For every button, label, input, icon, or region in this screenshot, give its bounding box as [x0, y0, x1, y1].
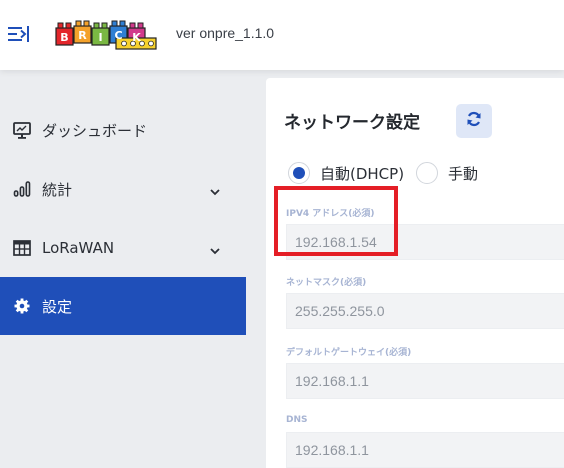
svg-text:C: C: [114, 29, 122, 42]
dns-label: DNS: [286, 415, 308, 425]
main-content: ネットワーク設定 自動(DHCP) 手動 IPV4 アドレス(必須) ネットマス…: [246, 70, 564, 468]
sidebar-item-label: LoRaWAN: [42, 239, 115, 257]
sidebar-item-statistics[interactable]: 統計: [0, 160, 246, 218]
ipv4-address-field[interactable]: [286, 224, 564, 260]
refresh-icon: [465, 110, 483, 132]
sidebar: ダッシュボード 統計 LoRaWAN 設定: [0, 70, 246, 468]
chevron-down-icon: [209, 242, 221, 255]
monitor-icon: [12, 120, 32, 140]
radio-dhcp[interactable]: 自動(DHCP): [288, 162, 404, 184]
table-icon: [12, 238, 32, 258]
netmask-field[interactable]: [286, 293, 564, 329]
radio-manual-label: 手動: [448, 164, 479, 183]
menu-toggle-icon[interactable]: [7, 23, 29, 45]
radio-selected-indicator[interactable]: [288, 162, 310, 184]
radio-dhcp-label: 自動(DHCP): [320, 164, 405, 183]
svg-text:I: I: [98, 31, 102, 44]
version-text: ver onpre_1.1.0: [176, 25, 275, 41]
ipv4-address-label: IPV4 アドレス(必須): [286, 209, 375, 219]
gateway-field[interactable]: [286, 363, 564, 399]
gear-icon: [12, 296, 32, 316]
refresh-button[interactable]: [456, 104, 492, 138]
network-settings-card: ネットワーク設定 自動(DHCP) 手動 IPV4 アドレス(必須) ネットマス…: [266, 78, 564, 468]
svg-text:B: B: [60, 31, 68, 44]
svg-text:R: R: [78, 29, 87, 42]
page-title: ネットワーク設定: [284, 113, 420, 133]
sidebar-item-label: 統計: [42, 180, 73, 199]
sidebar-item-settings[interactable]: 設定: [0, 277, 246, 335]
radio-manual[interactable]: 手動: [416, 162, 478, 184]
bar-chart-icon: [12, 179, 32, 199]
chevron-down-icon: [209, 183, 221, 196]
gateway-label: デフォルトゲートウェイ(必須): [286, 348, 412, 358]
sidebar-item-lorawan[interactable]: LoRaWAN: [0, 219, 246, 277]
dns-field[interactable]: [286, 432, 564, 468]
svg-text:K: K: [132, 31, 141, 44]
netmask-label: ネットマスク(必須): [286, 278, 367, 288]
radio-unselected-indicator[interactable]: [416, 162, 438, 184]
brick-logo[interactable]: B R I C K: [54, 16, 158, 50]
app-header: B R I C K ver onpre_1.1.0: [0, 0, 564, 70]
sidebar-item-label: 設定: [42, 297, 73, 316]
sidebar-item-dashboard[interactable]: ダッシュボード: [0, 101, 246, 159]
sidebar-item-label: ダッシュボード: [42, 121, 148, 140]
